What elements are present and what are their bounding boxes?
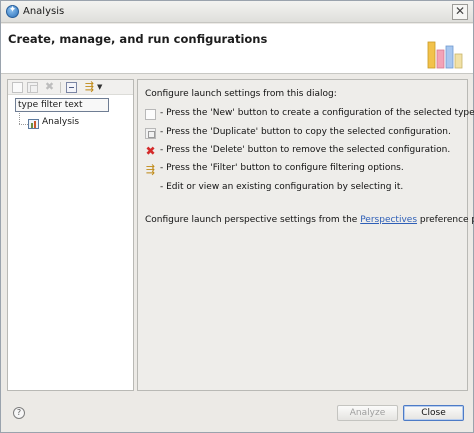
instruction-filter: ⇶ - Press the 'Filter' button to configu… <box>145 163 465 176</box>
new-icon <box>145 109 156 120</box>
toolbar-separator <box>60 82 61 93</box>
new-configuration-icon[interactable] <box>12 82 23 93</box>
instruction-text: - Press the 'Delete' button to remove th… <box>160 145 451 155</box>
bar-chart-icon <box>427 41 463 69</box>
tree-toolbar: ✖ ⇶ ▼ <box>8 80 133 95</box>
instruction-text: - Press the 'New' button to create a con… <box>160 108 474 118</box>
dialog-header: Create, manage, and run configurations <box>1 24 473 74</box>
app-icon: ✦ <box>6 5 19 18</box>
dialog-title: Create, manage, and run configurations <box>8 32 268 46</box>
perspectives-link[interactable]: Perspectives <box>360 215 417 225</box>
perspective-suffix: preference page. <box>419 215 474 225</box>
instruction-text: - Edit or view an existing configuration… <box>160 182 404 192</box>
perspective-prefix: Configure launch perspective settings fr… <box>145 215 361 225</box>
collapse-all-icon[interactable] <box>66 82 77 93</box>
instruction-new: - Press the 'New' button to create a con… <box>145 108 474 121</box>
perspective-settings-line: Configure launch perspective settings fr… <box>145 215 474 225</box>
filter-icon: ⇶ <box>145 163 156 176</box>
analysis-type-icon <box>28 119 39 129</box>
button-bar: ? Analyze Close <box>1 395 473 432</box>
instruction-text: - Press the 'Filter' button to configure… <box>160 163 404 173</box>
tree-item-label: Analysis <box>42 117 80 127</box>
duplicate-icon <box>145 128 156 139</box>
filter-input[interactable] <box>15 98 109 112</box>
instruction-duplicate: - Press the 'Duplicate' button to copy t… <box>145 127 465 140</box>
instruction-delete: ✖ - Press the 'Delete' button to remove … <box>145 145 465 158</box>
filter-icon[interactable]: ⇶ <box>84 81 95 93</box>
tree-connector <box>19 113 20 124</box>
close-button[interactable]: Close <box>403 405 464 421</box>
duplicate-configuration-icon[interactable] <box>27 82 38 93</box>
tree-item-analysis[interactable]: Analysis <box>26 117 126 131</box>
instructions-panel: Configure launch settings from this dial… <box>137 79 474 391</box>
title-bar[interactable]: ✦ Analysis ✕ <box>1 1 473 23</box>
filter-dropdown-icon[interactable]: ▼ <box>97 82 103 93</box>
instruction-edit: - Edit or view an existing configuration… <box>145 182 465 195</box>
delete-icon: ✖ <box>145 144 156 158</box>
analyze-button[interactable]: Analyze <box>337 405 398 421</box>
configuration-tree-panel: ✖ ⇶ ▼ Analysis <box>7 79 134 391</box>
launch-configurations-dialog: ✦ Analysis ✕ Create, manage, and run con… <box>0 0 474 433</box>
help-icon[interactable]: ? <box>13 407 25 419</box>
instructions-intro: Configure launch settings from this dial… <box>145 89 337 99</box>
window-close-button[interactable]: ✕ <box>452 4 468 20</box>
window-title: Analysis <box>23 6 65 17</box>
instruction-text: - Press the 'Duplicate' button to copy t… <box>160 127 451 137</box>
delete-configuration-icon[interactable]: ✖ <box>44 81 55 93</box>
